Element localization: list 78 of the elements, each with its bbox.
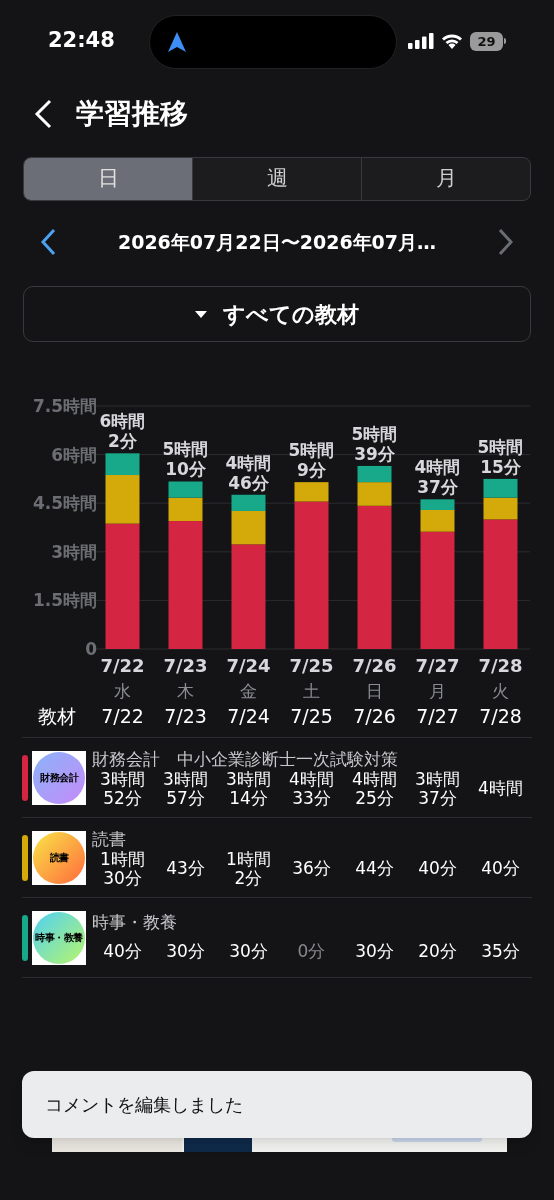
table-header: 7/25 xyxy=(289,703,334,729)
location-arrow-icon xyxy=(168,32,186,52)
x-axis-label: 7/27 xyxy=(415,655,460,676)
table-cell-text: 40分 xyxy=(480,859,521,878)
material-title: 財務会計 中小企業診断士一次試験対策 xyxy=(91,747,399,770)
material-title: 時事・教養 xyxy=(91,910,178,934)
table-cell-text: 40分 xyxy=(102,942,143,962)
table-cell-text: 44分 xyxy=(354,859,395,878)
bar-segment xyxy=(483,478,518,498)
bar-total-label: 5時間 15分 xyxy=(477,436,524,477)
table-header: 7/28 xyxy=(478,703,523,729)
x-axis-label: 7/25 xyxy=(289,655,334,676)
table-header: 教材 xyxy=(37,703,77,729)
table-cell-text: 0分 xyxy=(296,942,327,962)
x-axis-label: 7/22 xyxy=(100,655,145,676)
table-cell-text: 30分 xyxy=(228,942,269,962)
table-cell-text: 20分 xyxy=(417,942,458,962)
table-cell-text: 4時間 33分 xyxy=(288,769,335,808)
table-cell-text: 30分 xyxy=(165,942,206,962)
weekday-label: 日 xyxy=(366,681,383,699)
bar-total-label: 6時間 2分 xyxy=(99,411,146,452)
status-time: 22:48 xyxy=(48,27,115,55)
y-axis-label: 0 xyxy=(85,639,97,659)
table-cell-text: 35分 xyxy=(480,942,521,962)
table-cell-text: 3時間 57分 xyxy=(162,769,209,808)
x-axis-label: 7/26 xyxy=(352,655,397,676)
table-cell-text: 3時間 37分 xyxy=(414,769,461,808)
table-header: 7/23 xyxy=(163,703,208,729)
y-axis-label: 3時間 xyxy=(51,541,97,562)
x-axis-label: 7/23 xyxy=(163,655,208,676)
battery-level: 29 xyxy=(476,34,497,48)
weekday-label: 土 xyxy=(303,681,320,699)
weekday-label: 金 xyxy=(240,681,257,699)
weekday-label: 木 xyxy=(177,681,194,699)
bar-total-label: 4時間 46分 xyxy=(225,452,272,493)
material-title: 読書 xyxy=(91,827,127,850)
bar-total-label: 5時間 9分 xyxy=(288,440,335,481)
period-tab[interactable]: 週 xyxy=(192,158,361,200)
weekday-label: 火 xyxy=(492,681,509,699)
table-cell-text: 3時間 52分 xyxy=(99,769,146,808)
table-cell-text: 40分 xyxy=(417,859,458,878)
table-cell-text: 4時間 xyxy=(477,779,524,798)
y-axis-label: 1.5時間 xyxy=(32,590,97,611)
x-axis-label: 7/24 xyxy=(226,655,271,676)
bar-segment xyxy=(168,481,203,498)
dropdown-caret-icon xyxy=(195,310,207,318)
y-axis-label: 4.5時間 xyxy=(32,493,97,514)
toast-message: コメントを編集しました xyxy=(45,1093,243,1117)
weekday-label: 水 xyxy=(114,681,131,699)
bar-total-label: 5時間 10分 xyxy=(162,439,209,480)
table-cell-text: 1時間 2分 xyxy=(225,849,272,888)
thumbnail-label: 読書 xyxy=(49,852,69,863)
bar-segment xyxy=(357,465,392,483)
wifi-icon xyxy=(441,33,463,49)
table-cell-text: 36分 xyxy=(291,859,332,878)
weekday-label: 月 xyxy=(429,681,446,699)
table-header: 7/22 xyxy=(100,703,145,729)
period-tab[interactable]: 日 xyxy=(24,158,192,200)
x-axis-label: 7/28 xyxy=(478,655,523,676)
thumbnail-label: 財務会計 xyxy=(40,772,78,783)
material-filter-dropdown[interactable]: すべての教材 xyxy=(23,286,531,342)
table-header: 7/24 xyxy=(226,703,271,729)
table-cell-text: 30分 xyxy=(354,942,395,962)
thumbnail-label: 時事・教養 xyxy=(35,932,83,943)
bar-total-label: 4時間 37分 xyxy=(414,457,461,498)
table-header: 7/27 xyxy=(415,703,460,729)
page-title: 学習推移 xyxy=(76,96,188,132)
table-cell-text: 4時間 25分 xyxy=(351,769,398,808)
y-axis-label: 7.5時間 xyxy=(32,396,97,416)
date-range: 2026年07月22日〜2026年07月… xyxy=(116,229,438,255)
table-cell-text: 1時間 30分 xyxy=(99,849,146,888)
table-header: 7/26 xyxy=(352,703,397,729)
table-cell-text: 43分 xyxy=(165,859,206,878)
y-axis-label: 6時間 xyxy=(51,444,97,465)
bar-total-label: 5時間 39分 xyxy=(351,423,398,464)
period-tab[interactable]: 月 xyxy=(361,158,530,200)
signal-icon xyxy=(408,33,434,49)
table-cell-text: 3時間 14分 xyxy=(225,769,272,808)
